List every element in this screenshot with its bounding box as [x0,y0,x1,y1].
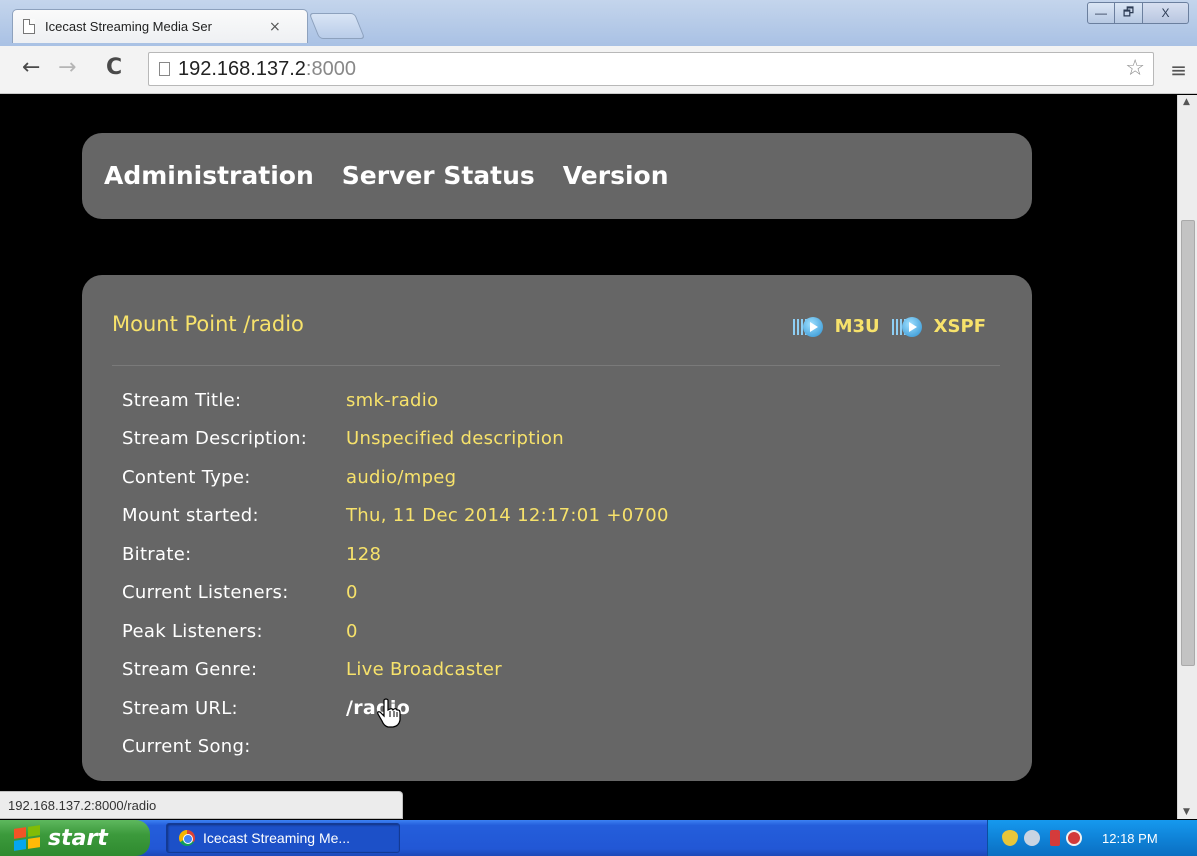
bookmark-star-icon[interactable]: ☆ [1125,56,1145,81]
nav-version[interactable]: Version [563,161,669,190]
play-icon[interactable] [891,316,930,337]
url-port: :8000 [305,57,356,80]
stat-value: 128 [346,543,382,565]
maximize-button[interactable]: 🗗 [1115,2,1143,24]
minimize-button[interactable]: — [1087,2,1115,24]
browser-toolbar: ← → C 192.168.137.2:8000 ☆ ≡ [0,46,1197,94]
page-viewport: Administration Server Status Version Mou… [0,95,1177,819]
stat-label: Current Song: [122,736,251,758]
new-tab-button[interactable] [308,13,366,39]
stat-label: Content Type: [122,466,251,488]
tab-title: Icecast Streaming Media Ser [45,19,212,34]
stat-value: 0 [346,582,358,604]
url-host: 192.168.137.2 [178,57,306,80]
address-bar[interactable]: 192.168.137.2:8000 ☆ [148,52,1154,86]
taskbar-item-chrome[interactable]: Icecast Streaming Me... [166,823,400,853]
close-window-button[interactable]: X [1143,2,1189,24]
xspf-link[interactable]: XSPF [934,316,986,337]
stat-label: Stream Genre: [122,659,258,681]
play-icon[interactable] [792,316,831,337]
stat-label: Mount started: [122,505,259,527]
stat-row-peak-listeners: Peak Listeners: 0 [122,612,669,651]
taskbar-item-label: Icecast Streaming Me... [203,830,351,846]
nav-server-status[interactable]: Server Status [342,161,535,190]
start-label: start [48,825,108,851]
m3u-link[interactable]: M3U [835,316,880,337]
mount-title: Mount Point /radio [112,312,304,336]
scroll-up-icon[interactable]: ▲ [1183,97,1190,107]
page-scrollbar[interactable]: ▲ ▼ [1177,95,1197,819]
nav-administration[interactable]: Administration [104,161,314,190]
chrome-icon [179,830,195,846]
link-status-bubble: 192.168.137.2:8000/radio [0,791,403,819]
document-icon [159,62,170,76]
stat-value: audio/mpeg [346,466,457,488]
stat-value: Live Broadcaster [346,659,502,681]
stat-row-bitrate: Bitrate: 128 [122,535,669,574]
windows-logo-icon [14,825,40,851]
start-button[interactable]: start [0,820,150,856]
stat-value: Thu, 11 Dec 2014 12:17:01 +0700 [346,505,669,527]
battery-icon[interactable] [1050,830,1060,846]
hand-cursor-icon [377,698,401,728]
back-arrow-icon[interactable]: ← [22,54,40,82]
page-icon [23,19,35,34]
scroll-down-icon[interactable]: ▼ [1183,807,1190,817]
top-nav-panel: Administration Server Status Version [82,133,1032,219]
playlist-links: M3U XSPF [792,316,994,337]
stat-row-current-listeners: Current Listeners: 0 [122,574,669,613]
stat-label: Stream Description: [122,428,308,450]
security-shield-icon[interactable] [1002,830,1018,846]
stat-value: smk-radio [346,389,439,411]
stat-row-content-type: Content Type: audio/mpeg [122,458,669,497]
menu-icon[interactable]: ≡ [1170,58,1187,82]
volume-icon[interactable] [1024,830,1040,846]
browser-titlebar: Icecast Streaming Media Ser × — 🗗 X [0,0,1197,46]
nav-links: Administration Server Status Version [104,161,669,190]
stat-row-current-song: Current Song: [122,728,669,767]
stat-value: 0 [346,620,358,642]
divider [112,365,1000,366]
alert-icon[interactable] [1066,830,1082,846]
stat-label: Stream Title: [122,389,242,411]
stat-label: Peak Listeners: [122,620,263,642]
scrollbar-thumb[interactable] [1181,220,1195,666]
mount-point-panel: Mount Point /radio M3U XSPF Stream Title… [82,275,1032,781]
stat-row-stream-title: Stream Title: smk-radio [122,381,669,420]
stat-row-stream-genre: Stream Genre: Live Broadcaster [122,651,669,690]
stat-row-mount-started: Mount started: Thu, 11 Dec 2014 12:17:01… [122,497,669,536]
window-controls: — 🗗 X [1087,2,1189,24]
stat-label: Current Listeners: [122,582,289,604]
forward-arrow-icon[interactable]: → [58,54,76,82]
system-tray: 12:18 PM [987,820,1197,856]
stat-value: Unspecified description [346,428,564,450]
reload-icon[interactable]: C [106,54,122,82]
clock: 12:18 PM [1102,830,1158,846]
url-text: 192.168.137.2:8000 [178,58,356,81]
stat-label: Bitrate: [122,543,192,565]
tab-close-icon[interactable]: × [269,19,281,35]
stat-label: Stream URL: [122,697,238,719]
browser-tab[interactable]: Icecast Streaming Media Ser × [12,9,308,43]
windows-taskbar: start Icecast Streaming Me... 12:18 PM [0,820,1197,856]
stat-row-stream-description: Stream Description: Unspecified descript… [122,420,669,459]
